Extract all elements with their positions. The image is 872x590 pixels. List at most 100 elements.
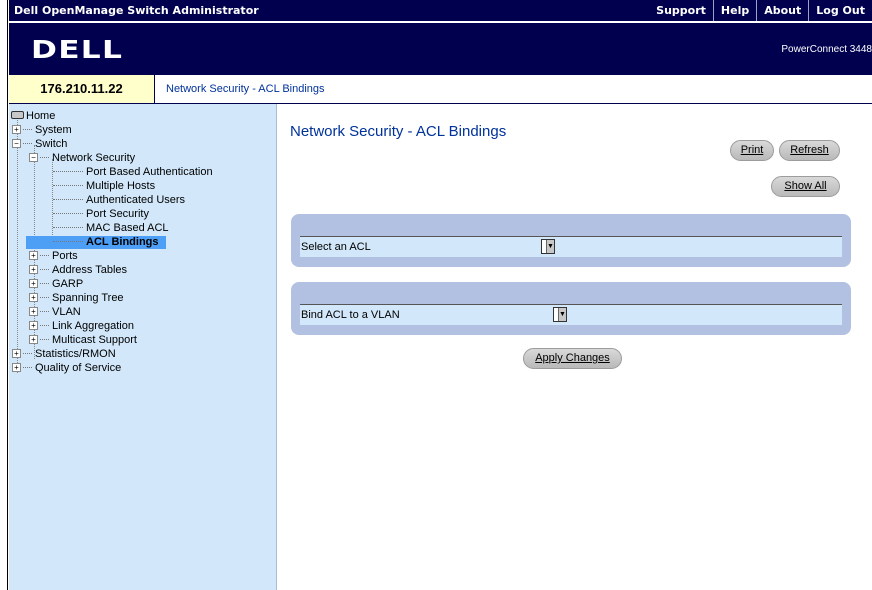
tree-ports[interactable]: + Ports <box>29 250 78 263</box>
tree-dash <box>53 213 83 214</box>
expand-plus-icon[interactable]: + <box>29 293 38 302</box>
tree-switch[interactable]: − Switch <box>12 138 67 151</box>
tree-dash <box>23 129 32 130</box>
navigation-tree: Home + System − Switch − Network Security P… <box>9 104 277 590</box>
tree-label: Statistics/RMON <box>35 348 116 360</box>
tree-label: Multicast Support <box>52 334 137 346</box>
tree-label: VLAN <box>52 306 81 318</box>
tree-mac-based-acl[interactable]: MAC Based ACL <box>53 222 169 235</box>
tree-label: GARP <box>52 278 84 290</box>
logout-link[interactable]: Log Out <box>808 0 872 21</box>
app-title: Dell OpenManage Switch Administrator <box>14 4 259 17</box>
tree-label: Port Based Authentication <box>86 166 213 178</box>
collapse-minus-icon[interactable]: − <box>12 139 21 148</box>
tree-spanning-tree[interactable]: + Spanning Tree <box>29 292 124 305</box>
tree-label: Network Security <box>52 152 136 164</box>
tree-dash <box>40 157 49 158</box>
tree-dash <box>40 339 49 340</box>
content-area: Network Security - ACL Bindings Print Re… <box>277 104 872 590</box>
brand-banner: DELL PowerConnect 3448 <box>9 21 872 73</box>
expand-plus-icon[interactable]: + <box>12 349 21 358</box>
tree-label: System <box>35 124 72 136</box>
support-link[interactable]: Support <box>649 0 713 21</box>
page-title: Network Security - ACL Bindings <box>290 123 507 140</box>
chevron-down-icon[interactable]: ▼ <box>558 308 566 321</box>
help-link[interactable]: Help <box>712 0 756 21</box>
tree-label: MAC Based ACL <box>86 222 169 234</box>
chevron-down-icon[interactable]: ▼ <box>546 240 554 253</box>
bind-vlan-dropdown[interactable]: ▼ <box>553 307 567 322</box>
tree-dash <box>23 353 32 354</box>
tree-dash <box>40 255 49 256</box>
tree-system[interactable]: + System <box>12 124 72 137</box>
tree-multiple-hosts[interactable]: Multiple Hosts <box>53 180 155 193</box>
top-links: Support Help About Log Out <box>649 0 872 21</box>
expand-plus-icon[interactable]: + <box>12 363 21 372</box>
tree-dash <box>53 227 83 228</box>
apply-changes-button[interactable]: Apply Changes <box>523 348 622 369</box>
tree-multicast-support[interactable]: + Multicast Support <box>29 334 137 347</box>
tree-label: Multiple Hosts <box>86 180 156 192</box>
tree-vlan[interactable]: + VLAN <box>29 306 81 319</box>
tree-label: Link Aggregation <box>52 320 134 332</box>
tree-port-based-authentication[interactable]: Port Based Authentication <box>53 166 213 179</box>
ip-address: 176.210.11.22 <box>9 75 155 103</box>
print-button[interactable]: Print <box>730 140 774 161</box>
tree-label: Address Tables <box>52 264 128 276</box>
tree-link-aggregation[interactable]: + Link Aggregation <box>29 320 134 333</box>
expand-plus-icon[interactable]: + <box>29 307 38 316</box>
expand-plus-icon[interactable]: + <box>29 251 38 260</box>
tree-label: Authenticated Users <box>86 194 186 206</box>
tree-quality-of-service[interactable]: + Quality of Service <box>12 362 121 375</box>
tree-garp[interactable]: + GARP <box>29 278 83 291</box>
tree-label: Switch <box>35 138 68 150</box>
tree-dash <box>40 269 49 270</box>
expand-plus-icon[interactable]: + <box>29 335 38 344</box>
tree-dash <box>40 297 49 298</box>
top-menu-bar: Dell OpenManage Switch Administrator Sup… <box>9 0 872 21</box>
tree-label: Home <box>26 110 56 122</box>
tree-label: Ports <box>52 250 78 262</box>
tree-address-tables[interactable]: + Address Tables <box>29 264 127 277</box>
tree-dash <box>53 241 83 242</box>
address-bar: 176.210.11.22 Network Security - ACL Bin… <box>9 73 872 104</box>
tree-label: Spanning Tree <box>52 292 124 304</box>
tree-network-security[interactable]: − Network Security <box>29 152 135 165</box>
device-model: PowerConnect 3448 <box>781 44 872 55</box>
expand-plus-icon[interactable]: + <box>29 321 38 330</box>
collapse-minus-icon[interactable]: − <box>29 153 38 162</box>
show-all-button[interactable]: Show All <box>771 176 840 197</box>
window-edge <box>0 0 8 590</box>
dell-logo: DELL <box>31 35 124 64</box>
tree-authenticated-users[interactable]: Authenticated Users <box>53 194 185 207</box>
tree-dash <box>23 143 32 144</box>
tree-dash <box>40 283 49 284</box>
tree-dash <box>53 199 83 200</box>
select-acl-panel: Select an ACL ▼ <box>291 214 851 267</box>
about-link[interactable]: About <box>756 0 808 21</box>
breadcrumb: Network Security - ACL Bindings <box>166 83 325 95</box>
home-icon <box>11 111 24 119</box>
select-acl-dropdown[interactable]: ▼ <box>541 239 555 254</box>
tree-port-security[interactable]: Port Security <box>53 208 149 221</box>
select-acl-row: Select an ACL ▼ <box>300 236 842 257</box>
tree-dash <box>23 367 32 368</box>
tree-dash <box>53 185 83 186</box>
expand-plus-icon[interactable]: + <box>29 279 38 288</box>
tree-home[interactable]: Home <box>11 110 55 123</box>
bind-vlan-panel: Bind ACL to a VLAN ▼ <box>291 282 851 335</box>
tree-label: Quality of Service <box>35 362 122 374</box>
bind-vlan-row: Bind ACL to a VLAN ▼ <box>300 304 842 325</box>
tree-line <box>17 117 18 373</box>
select-acl-label: Select an ACL <box>301 241 371 253</box>
refresh-button[interactable]: Refresh <box>779 140 840 161</box>
tree-dash <box>40 325 49 326</box>
tree-acl-bindings[interactable]: ACL Bindings <box>26 236 166 249</box>
expand-plus-icon[interactable]: + <box>29 265 38 274</box>
tree-dash <box>40 311 49 312</box>
expand-plus-icon[interactable]: + <box>12 125 21 134</box>
bind-vlan-label: Bind ACL to a VLAN <box>301 309 400 321</box>
tree-statistics-rmon[interactable]: + Statistics/RMON <box>12 348 116 361</box>
tree-dash <box>53 171 83 172</box>
tree-label: Port Security <box>86 208 149 220</box>
